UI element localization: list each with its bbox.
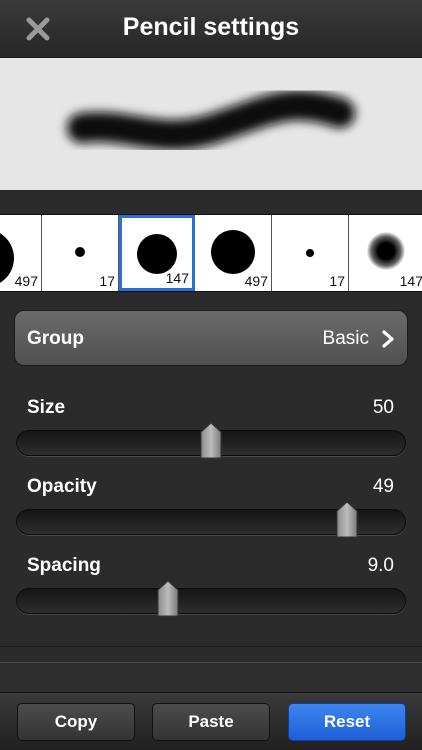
group-selector[interactable]: Group Basic	[14, 310, 408, 366]
brush-shape	[211, 230, 255, 274]
stroke-preview	[0, 58, 422, 190]
brush-size-label: 497	[14, 273, 38, 289]
opacity-value: 49	[372, 476, 394, 497]
size-value: 50	[372, 397, 394, 418]
opacity-slider[interactable]	[16, 501, 406, 538]
brush-size-label: 497	[244, 273, 268, 289]
brush-size-label: 17	[99, 273, 115, 289]
brush-tile-selected[interactable]: 147	[119, 215, 195, 291]
section-divider	[0, 646, 422, 647]
brush-tile[interactable]: 497	[0, 215, 42, 291]
brush-shape	[306, 249, 314, 257]
brush-tile[interactable]: 147	[350, 215, 422, 291]
opacity-slider-thumb[interactable]	[336, 501, 358, 539]
brush-shape	[0, 229, 14, 287]
group-label: Group	[27, 328, 84, 349]
stroke-preview-curve	[67, 90, 355, 150]
header-bar: Pencil settings	[0, 0, 422, 58]
group-value: Basic	[322, 328, 369, 349]
brush-size-label: 17	[329, 273, 345, 289]
brush-selector: 497 17 147 497 17 147	[0, 214, 422, 292]
spacing-slider-thumb[interactable]	[157, 580, 179, 618]
size-slider-thumb[interactable]	[200, 422, 222, 460]
brush-size-label: 147	[165, 270, 189, 286]
brush-shape	[137, 234, 177, 274]
chevron-right-icon	[382, 330, 394, 348]
brush-tile[interactable]: 497	[196, 215, 272, 291]
paste-button[interactable]: Paste	[152, 703, 270, 741]
brush-size-label: 147	[399, 273, 422, 289]
opacity-label: Opacity	[27, 476, 97, 497]
bottom-toolbar: Copy Paste Reset	[0, 692, 422, 750]
spacing-slider[interactable]	[16, 580, 406, 617]
reset-button[interactable]: Reset	[288, 703, 406, 741]
spacing-label: Spacing	[27, 555, 101, 576]
size-slider[interactable]	[16, 422, 406, 459]
brush-shape	[75, 247, 85, 257]
page-title: Pencil settings	[122, 13, 300, 41]
brush-tile[interactable]: 17	[273, 215, 349, 291]
size-label: Size	[27, 397, 66, 418]
brush-tile[interactable]: 17	[43, 215, 119, 291]
copy-button[interactable]: Copy	[17, 703, 135, 741]
pencil-settings-screen: Pencil settings 497 17 147 497 17 147 Gr…	[0, 0, 422, 750]
brush-shape	[367, 232, 405, 270]
spacing-value: 9.0	[367, 555, 394, 576]
